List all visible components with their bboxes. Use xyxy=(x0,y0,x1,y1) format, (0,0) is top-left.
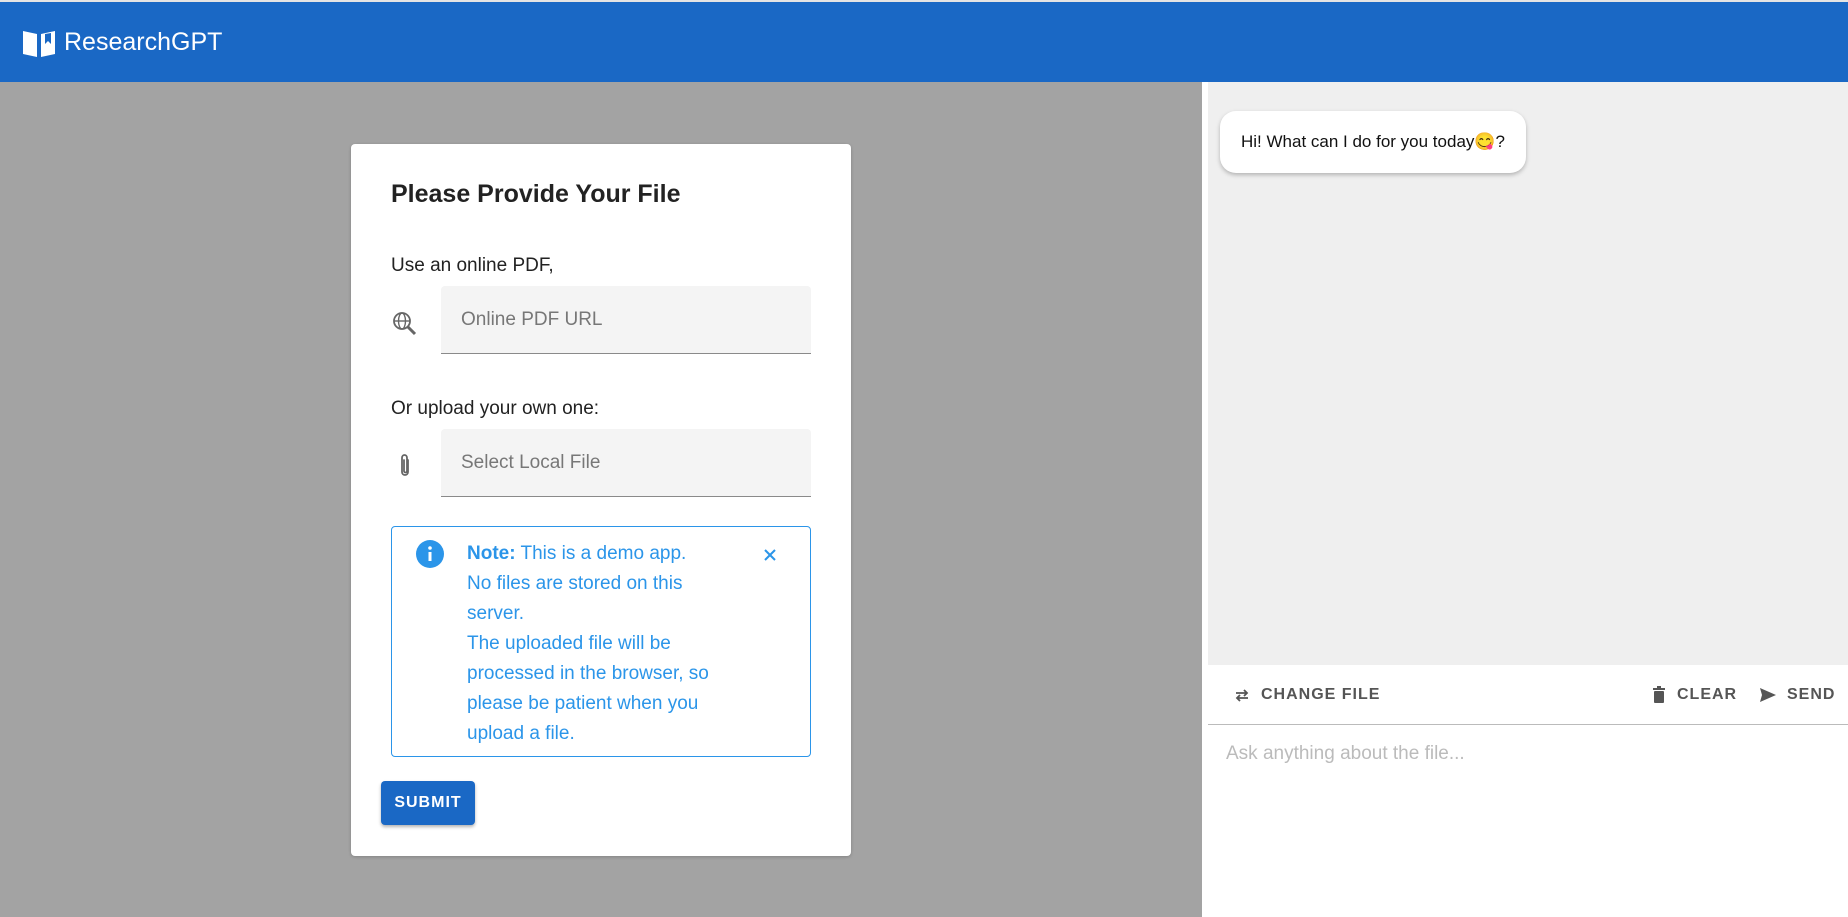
chat-messages: Hi! What can I do for you today😋? xyxy=(1208,82,1848,665)
app-title: ResearchGPT xyxy=(64,28,223,56)
clear-button[interactable]: CLEAR xyxy=(1651,682,1737,708)
chat-input[interactable] xyxy=(1208,725,1848,917)
select-local-file-input[interactable]: Select Local File xyxy=(441,429,811,497)
book-icon xyxy=(23,31,55,57)
chat-message-bubble: Hi! What can I do for you today😋? xyxy=(1220,111,1527,173)
chat-panel: Hi! What can I do for you today😋? CHANGE… xyxy=(1202,82,1848,917)
online-pdf-label: Use an online PDF, xyxy=(391,255,554,276)
swap-icon xyxy=(1235,689,1249,702)
change-file-button[interactable]: CHANGE FILE xyxy=(1233,682,1380,708)
file-form-card: Please Provide Your File Use an online P… xyxy=(351,144,851,856)
close-icon[interactable] xyxy=(758,543,782,567)
form-title: Please Provide Your File xyxy=(391,180,681,208)
change-file-label: CHANGE FILE xyxy=(1261,686,1381,703)
note-line-2: No files are stored on this server. xyxy=(467,573,683,624)
paperclip-icon xyxy=(401,454,409,476)
send-icon xyxy=(1760,688,1776,702)
demo-note-alert: Note: This is a demo app. No files are s… xyxy=(391,526,811,757)
upload-label: Or upload your own one: xyxy=(391,398,600,419)
submit-button[interactable]: SUBMIT xyxy=(381,781,475,825)
note-line-3: The uploaded file will be processed in t… xyxy=(467,633,709,744)
note-line-1: This is a demo app. xyxy=(515,543,687,564)
send-label: SEND xyxy=(1787,686,1836,703)
trash-icon xyxy=(1653,686,1665,703)
info-icon xyxy=(416,540,444,568)
chat-toolbar: CHANGE FILE CLEAR SEND xyxy=(1208,665,1848,725)
clear-label: CLEAR xyxy=(1677,686,1738,703)
app-bar: ResearchGPT xyxy=(0,0,1848,82)
online-pdf-url-input[interactable] xyxy=(441,286,811,354)
select-local-file-placeholder: Select Local File xyxy=(461,451,601,473)
note-bold-label: Note: xyxy=(467,543,516,564)
globe-search-icon xyxy=(393,312,417,336)
send-button[interactable]: SEND xyxy=(1759,682,1835,708)
note-text: Note: This is a demo app. No files are s… xyxy=(467,539,737,749)
